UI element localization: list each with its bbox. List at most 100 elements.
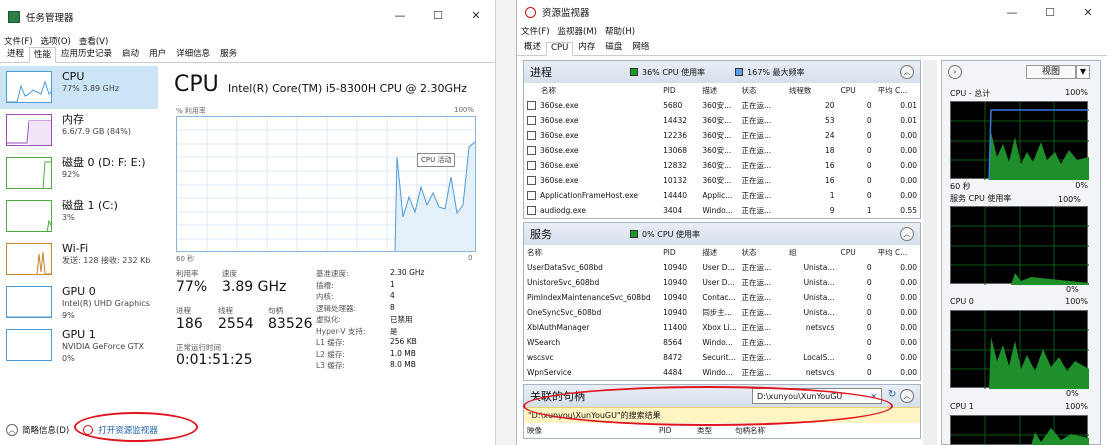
service-row-cell-0: wscsvc [527,353,554,362]
view-button[interactable]: 视图 [1026,65,1076,79]
service-header-cell-6[interactable]: 平均 C... [875,245,920,260]
resource-monitor-window: 资源监视器 — ☐ ✕ 文件(F) 监视器(M) 帮助(H) 概述 CPU 内存… [516,0,1107,445]
rm-menubar: 文件(F) 监视器(M) 帮助(H) [517,24,1107,38]
process-row[interactable]: 360se.exe 12236 360安... 正在运... 24 0 0.00 [524,128,920,143]
sidebar-item-wifi[interactable]: Wi-Fi 发送: 128 接收: 232 Kb [0,238,158,281]
processes-header[interactable]: 进程 36% CPU 使用率 167% 最大频率 ︿ [524,61,920,83]
process-header-cell-0[interactable]: 名称 [524,83,660,98]
sidebar-item-gpu1[interactable]: GPU 1 NVIDIA GeForce GTX 0% [0,324,158,367]
service-header-cell-5[interactable]: CPU [838,245,875,260]
row-checkbox[interactable] [527,116,536,126]
sidebar-item-disk0[interactable]: 磁盘 0 (D: F: E:) 92% [0,152,158,195]
rm-close-button[interactable]: ✕ [1069,0,1107,24]
rm-left-scrollbar[interactable] [923,60,937,445]
service-row[interactable]: WpnService 4484 Windo... 正在运... netsvcs 0 0.00 [524,365,920,380]
service-row[interactable]: OneSyncSvc_608bd 10940 同步主... 正在运... Unista.… [524,305,920,320]
service-row-cell-3: 正在运... [741,368,772,377]
brief-info-button[interactable]: 简略信息(D) [22,424,69,436]
row-checkbox[interactable] [527,146,536,156]
process-header-cell-5[interactable]: CPU [838,83,875,98]
process-header-cell-1[interactable]: PID [660,83,699,98]
graph-time-label: 60 秒 [176,255,195,263]
rm-tab-network[interactable]: 网络 [627,39,654,55]
graph-cpu0 [950,310,1089,389]
sidebar-gpu1-model: NVIDIA GeForce GTX [62,342,144,351]
task-manager-window: 任务管理器 — ☐ ✕ 文件(F) 选项(O) 查看(V) 进程 性能 应用历史… [0,0,496,445]
handle-header-cell-3[interactable]: 句柄名称 [732,423,920,438]
close-button[interactable]: ✕ [457,0,495,30]
service-header-cell-1[interactable]: PID [660,245,699,260]
process-row-cell-3: 正在运... [741,206,772,215]
tab-users[interactable]: 用户 [144,46,171,62]
row-checkbox[interactable] [527,206,536,216]
process-row-cell-5: 1 [866,206,872,215]
process-header-cell-6[interactable]: 平均 C... [875,83,920,98]
process-row-name: 360se.exe [540,160,579,170]
process-header-cell-2[interactable]: 描述 [699,83,738,98]
graph-cpu1-max: 100% [1065,402,1088,411]
sidebar-item-memory[interactable]: 内存 6.6/7.9 GB (84%) [0,109,158,152]
row-checkbox[interactable] [527,101,536,111]
tab-app-history[interactable]: 应用历史记录 [56,46,117,62]
rm-minimize-button[interactable]: — [993,0,1031,24]
tab-services[interactable]: 服务 [215,46,242,62]
service-row-cell-5: 0 [866,323,872,332]
sidebar-item-disk1[interactable]: 磁盘 1 (C:) 3% [0,195,158,238]
rm-tab-cpu[interactable]: CPU [546,42,574,56]
sidebar-wifi-name: Wi-Fi [62,242,89,255]
process-header-cell-4[interactable]: 线程数 [786,83,838,98]
rm-tab-disk[interactable]: 磁盘 [600,39,627,55]
service-header-cell-4[interactable]: 组 [786,245,838,260]
service-row[interactable]: PimIndexMaintenanceSvc_608bd 10940 Contac.… [524,290,920,305]
tab-startup[interactable]: 启动 [117,46,144,62]
sidebar-item-cpu[interactable]: CPU 77% 3.89 GHz [0,66,158,109]
service-row[interactable]: WSearch 8564 Windo... 正在运... 0 0.00 [524,335,920,350]
row-checkbox[interactable] [527,131,536,141]
process-row-cell-1: 14432 [663,116,687,125]
process-row[interactable]: 360se.exe 5680 360安... 正在运... 20 0 0.01 [524,98,920,113]
cpu-detail-pane: CPU Intel(R) Core(TM) i5-8300H CPU @ 2.3… [170,66,490,406]
rm-menu-monitor[interactable]: 监视器(M) [558,25,597,37]
rm-menu-help[interactable]: 帮助(H) [605,25,635,37]
sidebar-item-gpu0[interactable]: GPU 0 Intel(R) UHD Graphics 9% [0,281,158,324]
services-header[interactable]: 服务 0% CPU 使用率 ︿ [524,223,920,245]
process-row[interactable]: 360se.exe 13068 360安... 正在运... 18 0 0.00 [524,143,920,158]
process-row-cell-0: audiodg.exe [524,203,660,218]
chevron-up-icon[interactable]: ︿ [6,424,18,436]
service-row[interactable]: UnistoreSvc_608bd 10940 User D... 正在运... Uni… [524,275,920,290]
rm-tab-memory[interactable]: 内存 [573,39,600,55]
process-row[interactable]: 360se.exe 12832 360安... 正在运... 16 0 0.00 [524,158,920,173]
tab-performance[interactable]: 性能 [29,47,57,63]
service-row[interactable]: UserDataSvc_608bd 10940 User D... 正在运... Uni… [524,260,920,275]
process-row[interactable]: 360se.exe 10132 360安... 正在运... 16 0 0.00 [524,173,920,188]
minimize-button[interactable]: — [381,0,419,30]
collapse-services-chevron-icon[interactable]: ︿ [900,227,914,241]
rm-maximize-button[interactable]: ☐ [1031,0,1069,24]
process-header-cell-3[interactable]: 状态 [739,83,786,98]
row-checkbox[interactable] [527,176,536,186]
rm-tab-overview[interactable]: 概述 [519,39,546,55]
tab-details[interactable]: 详细信息 [171,46,215,62]
row-checkbox[interactable] [527,161,536,171]
service-row[interactable]: XblAuthManager 11400 Xbox Li... 正在运... netsv… [524,320,920,335]
rm-menu-file[interactable]: 文件(F) [521,25,550,37]
service-header-cell-0[interactable]: 名称 [524,245,660,260]
expand-graphs-icon[interactable]: › [948,65,962,79]
row-checkbox[interactable] [527,191,536,201]
service-row[interactable]: wscsvc 8472 Securit... 正在运... LocalS... 0 0.00 [524,350,920,365]
view-dropdown-icon[interactable]: ▼ [1076,65,1090,79]
sidebar-disk0-detail: 92% [62,170,80,179]
service-header-cell-2[interactable]: 描述 [699,245,738,260]
process-row[interactable]: audiodg.exe 3404 Windo... 正在运... 9 1 0.55 [524,203,920,218]
handle-header-cell-0[interactable]: 映像 [524,423,656,438]
service-row-cell-4: netsvcs [805,323,835,332]
collapse-processes-chevron-icon[interactable]: ︿ [900,65,914,79]
tab-processes[interactable]: 进程 [2,46,29,62]
service-header-cell-3[interactable]: 状态 [739,245,786,260]
process-row[interactable]: 360se.exe 14432 360安... 正在运... 53 0 0.01 [524,113,920,128]
maximize-button[interactable]: ☐ [419,0,457,30]
process-row[interactable]: ApplicationFrameHost.exe 14440 Applic... 正在… [524,188,920,203]
process-row-cell-6: 0.01 [900,116,917,125]
collapse-handles-chevron-icon[interactable]: ︿ [900,389,914,403]
refresh-search-icon[interactable]: ↻ [888,389,896,400]
